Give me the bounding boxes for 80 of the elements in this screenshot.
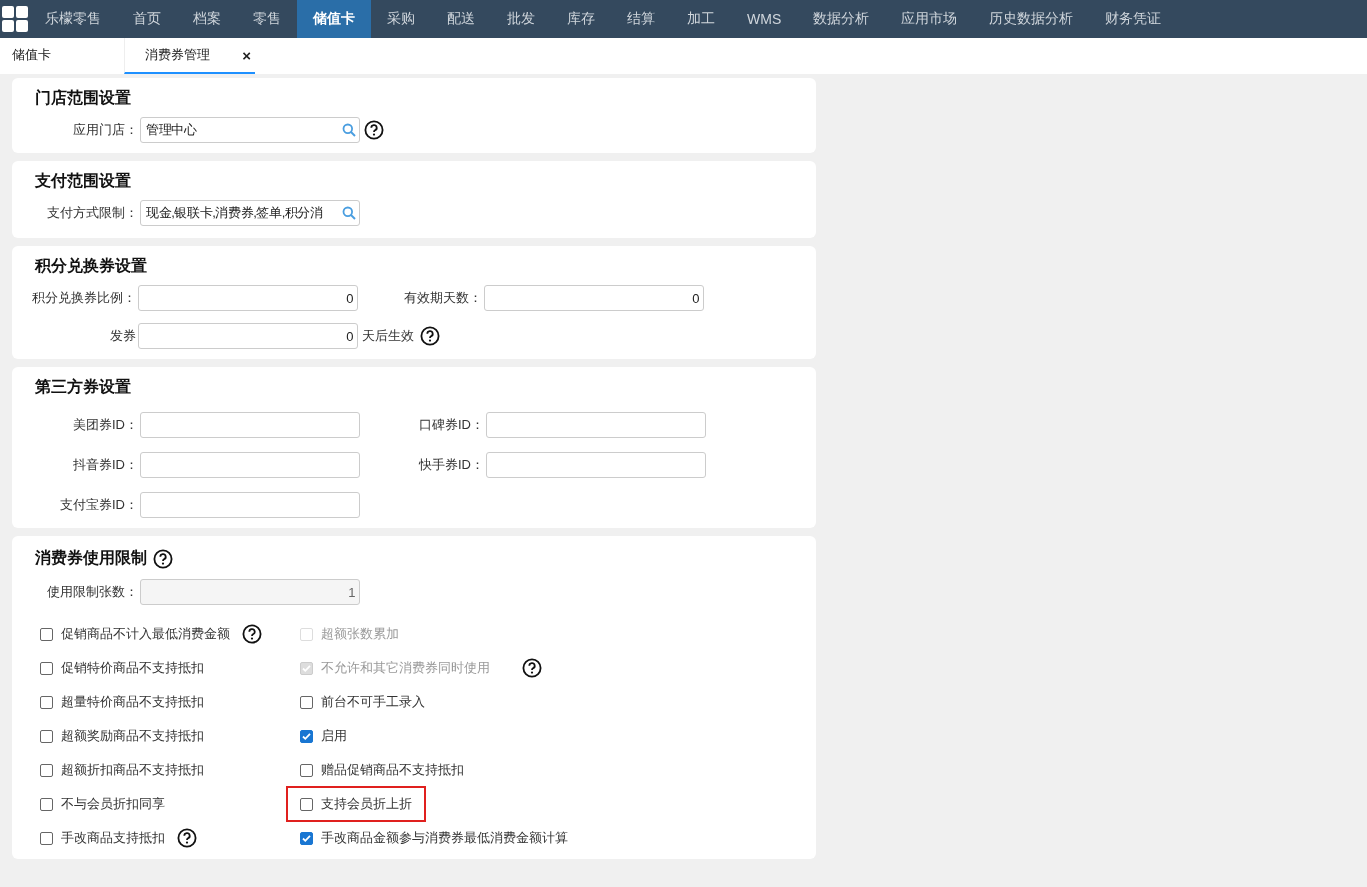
checkbox[interactable] <box>40 729 53 743</box>
input-field[interactable]: 0 <box>484 285 704 311</box>
field-label: 有效期天数： <box>403 289 483 307</box>
input-field[interactable] <box>140 452 360 478</box>
input-field[interactable] <box>486 412 706 438</box>
tab[interactable]: 储值卡 <box>0 38 124 74</box>
nav-item[interactable]: 批发 <box>491 0 551 38</box>
nav-item[interactable]: 零售 <box>237 0 297 38</box>
nav-item[interactable]: 配送 <box>431 0 491 38</box>
checkbox-label: 超额奖励商品不支持抵扣 <box>61 727 204 745</box>
nav-item[interactable]: 库存 <box>551 0 611 38</box>
field-label: 美团券ID： <box>72 416 139 434</box>
nav-item[interactable]: WMS <box>731 0 798 38</box>
section-title: 积分兑换券设置 <box>33 256 148 276</box>
tab[interactable]: 消费券管理 × <box>124 38 255 74</box>
search-icon[interactable] <box>342 206 356 220</box>
field-label: 口碑券ID： <box>418 416 485 434</box>
checkbox[interactable] <box>300 763 313 777</box>
search-icon[interactable] <box>342 123 356 137</box>
checkbox[interactable] <box>40 831 53 845</box>
checkbox-label: 启用 <box>321 727 347 745</box>
input-field[interactable] <box>140 492 360 518</box>
field-label: 支付宝券ID： <box>59 496 139 514</box>
nav-item[interactable]: 数据分析 <box>797 0 886 38</box>
section-title: 第三方券设置 <box>34 377 132 397</box>
field-label: 积分兑换券比例： <box>31 289 137 307</box>
help-icon[interactable] <box>177 828 197 848</box>
section-title: 门店范围设置 <box>34 88 132 108</box>
field-label: 快手券ID： <box>418 456 485 474</box>
field-label: 使用限制张数： <box>46 583 139 601</box>
section-title: 支付范围设置 <box>34 171 132 191</box>
input-field[interactable] <box>486 452 706 478</box>
input-field[interactable]: 0 <box>138 285 358 311</box>
checkbox-label: 支持会员折上折 <box>321 795 412 813</box>
checkbox-label: 不允许和其它消费券同时使用 <box>321 659 490 677</box>
checkbox[interactable] <box>300 729 313 743</box>
nav-item[interactable]: 乐檬零售 <box>29 0 117 38</box>
suffix-text: 天后生效 <box>362 327 414 345</box>
app-logo-icon[interactable] <box>1 5 29 33</box>
help-icon[interactable] <box>242 624 262 644</box>
checkbox[interactable] <box>300 695 313 709</box>
field-label: 应用门店： <box>72 121 139 139</box>
close-icon[interactable]: × <box>242 46 251 64</box>
nav-item[interactable]: 财务凭证 <box>1089 0 1178 38</box>
checkbox[interactable] <box>40 627 53 641</box>
nav-item[interactable]: 结算 <box>611 0 671 38</box>
checkbox-label: 超额折扣商品不支持抵扣 <box>61 761 204 779</box>
checkbox-label: 赠品促销商品不支持抵扣 <box>321 761 464 779</box>
nav-item[interactable]: 储值卡 <box>297 0 371 38</box>
help-icon[interactable] <box>364 120 384 140</box>
field-label: 发券 <box>109 327 137 345</box>
input-field[interactable]: 0 <box>138 323 358 349</box>
search-field[interactable]: 管理中心 <box>140 117 360 143</box>
checkbox[interactable] <box>40 695 53 709</box>
field-label: 抖音券ID： <box>72 456 139 474</box>
checkbox-label: 超额张数累加 <box>321 625 399 643</box>
nav-item[interactable]: 历史数据分析 <box>973 0 1090 38</box>
input-field[interactable] <box>140 412 360 438</box>
checkbox-label: 前台不可手工录入 <box>321 693 425 711</box>
checkbox-label: 不与会员折扣同享 <box>61 795 165 813</box>
help-icon[interactable] <box>153 548 173 569</box>
field-label: 支付方式限制： <box>46 204 139 222</box>
checkbox[interactable] <box>300 831 313 845</box>
nav-item[interactable]: 档案 <box>177 0 237 38</box>
checkbox[interactable] <box>40 661 53 675</box>
search-field[interactable]: 现金,银联卡,消费券,签单,积分消 <box>140 200 360 226</box>
section-title: 消费券使用限制 <box>12 548 816 569</box>
checkbox-label: 手改商品金额参与消费券最低消费金额计算 <box>321 829 568 847</box>
checkbox-label: 手改商品支持抵扣 <box>61 829 165 847</box>
nav-item[interactable]: 首页 <box>117 0 177 38</box>
nav-item[interactable]: 加工 <box>671 0 731 38</box>
checkbox[interactable] <box>300 797 313 811</box>
checkbox-label: 超量特价商品不支持抵扣 <box>61 693 204 711</box>
checkbox[interactable] <box>40 763 53 777</box>
checkbox[interactable] <box>40 797 53 811</box>
checkbox-label: 促销商品不计入最低消费金额 <box>61 625 230 643</box>
nav-item[interactable]: 采购 <box>371 0 431 38</box>
nav-item[interactable]: 应用市场 <box>885 0 974 38</box>
checkbox-label: 促销特价商品不支持抵扣 <box>61 659 204 677</box>
help-icon[interactable] <box>420 326 440 346</box>
